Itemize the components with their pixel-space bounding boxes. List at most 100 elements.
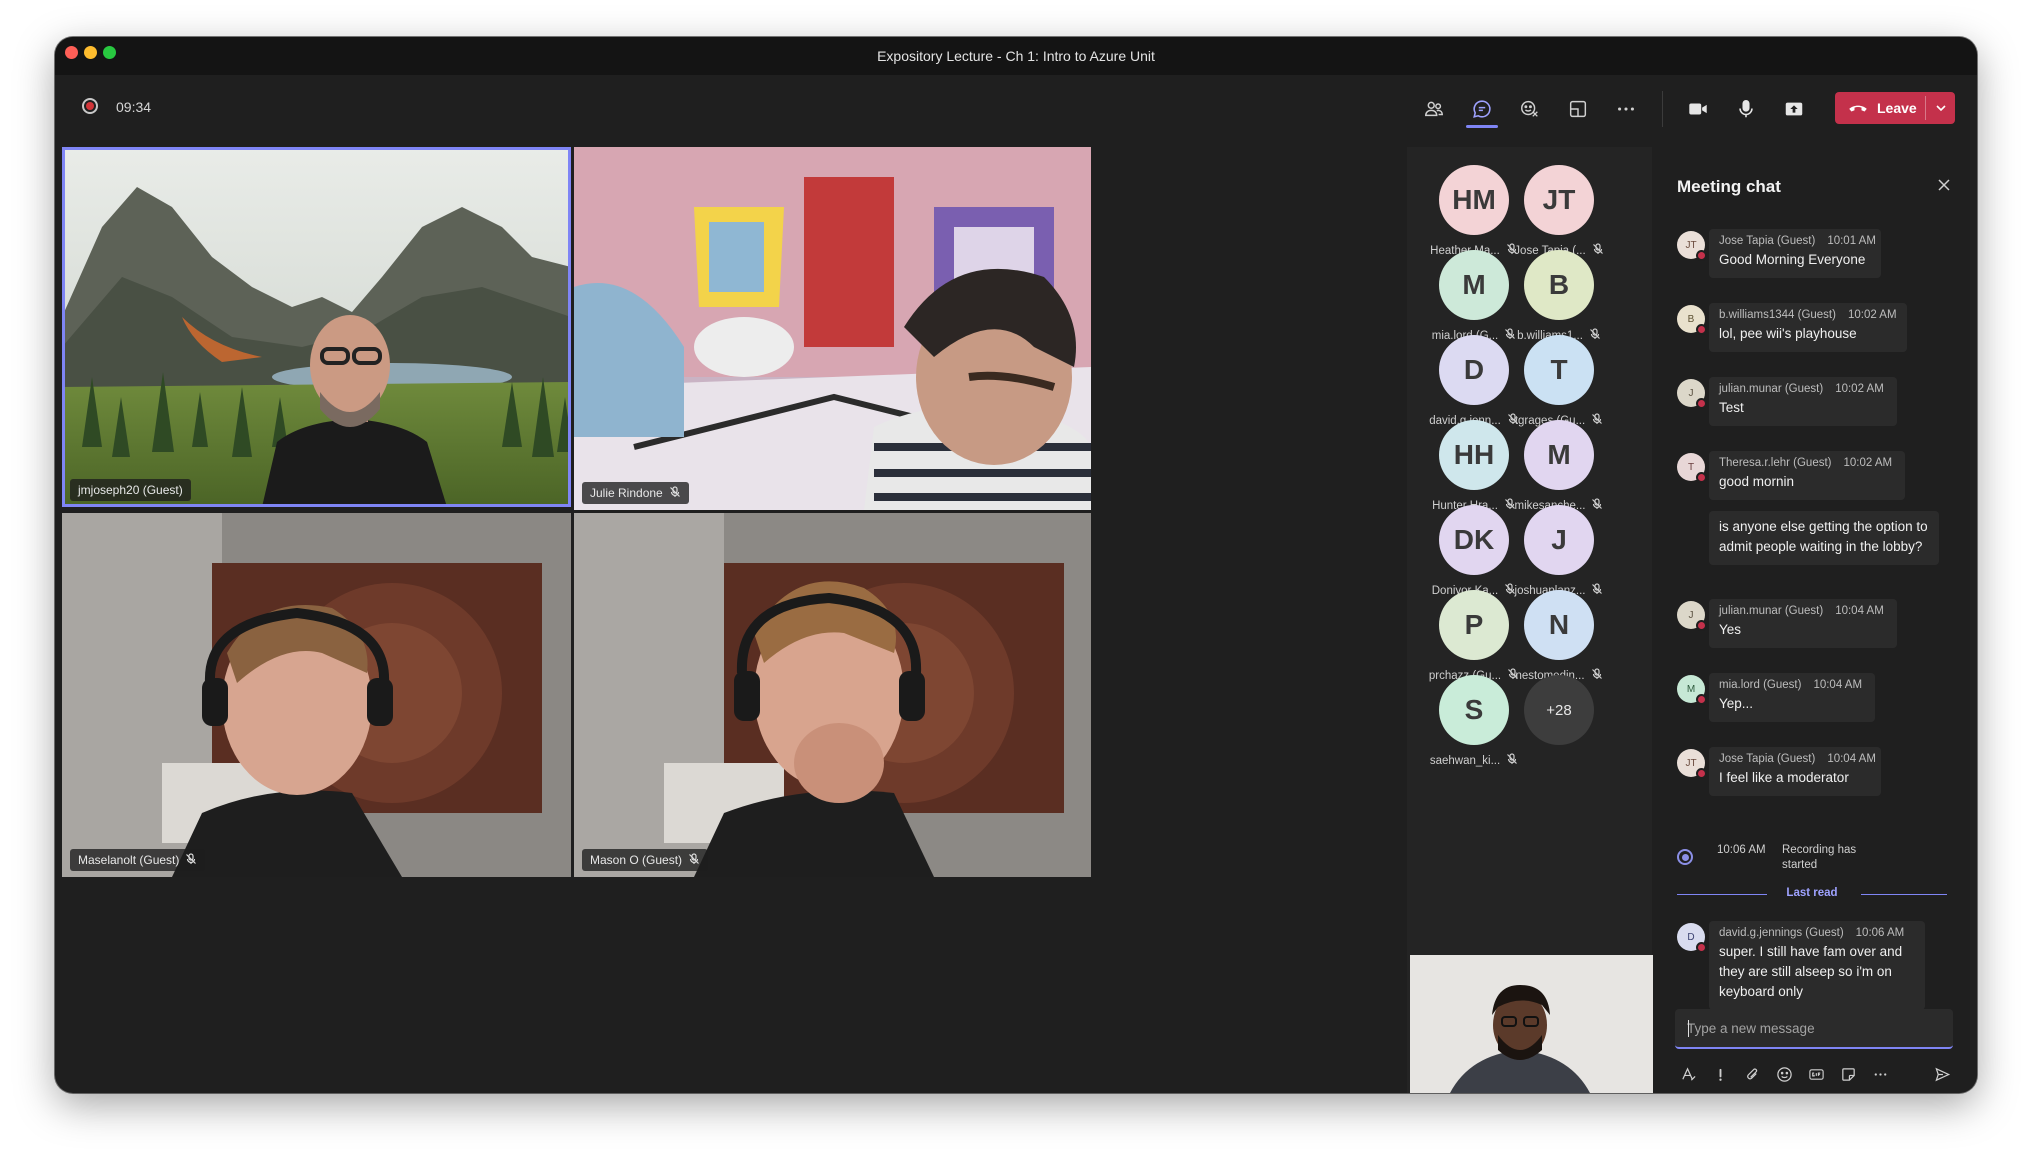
meeting-chat-panel: Meeting chat JT Jose Tapia (Guest) 10:01 … — [1655, 147, 1977, 1093]
message-text: Yep... — [1719, 696, 1754, 711]
video-tile-mason-o[interactable]: Mason O (Guest) — [574, 513, 1091, 877]
presence-icon — [1696, 472, 1707, 483]
avatar: M — [1524, 420, 1594, 490]
emoji-icon[interactable] — [1773, 1063, 1795, 1085]
presence-icon — [1696, 694, 1707, 705]
message-text: I feel like a moderator — [1719, 770, 1849, 785]
avatar-initials: M — [1686, 683, 1696, 695]
participant-name-badge: Mason O (Guest) — [582, 849, 709, 871]
recording-started-notice: 10:06 AM Recording has started — [1677, 843, 1947, 879]
gif-icon[interactable] — [1805, 1063, 1827, 1085]
leave-button[interactable]: Leave — [1835, 92, 1955, 124]
attach-icon[interactable] — [1741, 1063, 1763, 1085]
compose-box[interactable] — [1675, 1009, 1953, 1049]
message-bubble: Theresa.r.lehr (Guest) 10:02 AM good morn… — [1709, 451, 1905, 500]
reactions-icon[interactable] — [1516, 95, 1544, 123]
message-sender: Theresa.r.lehr (Guest) — [1719, 457, 1832, 469]
avatar-initials: JT — [1685, 757, 1697, 769]
video-feed — [62, 147, 571, 507]
mic-icon[interactable] — [1732, 95, 1760, 123]
avatar: D — [1677, 923, 1707, 953]
participant-name: Maselanolt (Guest) — [78, 853, 180, 867]
participant-roster: HMHeather Ma...JTJose Tapia (...Mmia.lor… — [1407, 147, 1652, 1093]
avatar: D — [1439, 335, 1509, 405]
message-text: is anyone else getting the option to adm… — [1719, 519, 1928, 554]
view-icon[interactable] — [1564, 95, 1592, 123]
message-time: 10:02 AM — [1847, 309, 1897, 321]
avatar: J — [1677, 601, 1707, 631]
video-tile-jmjoseph20[interactable]: jmjoseph20 (Guest) — [62, 147, 571, 507]
participant-name-badge: Julie Rindone — [582, 482, 689, 504]
send-icon[interactable] — [1931, 1063, 1953, 1085]
chat-icon[interactable] — [1468, 95, 1496, 123]
mic-muted-icon — [185, 852, 197, 868]
camera-icon[interactable] — [1684, 95, 1712, 123]
more-options-icon[interactable] — [1869, 1063, 1891, 1085]
more-participants-count: +28 — [1524, 675, 1594, 745]
presence-icon — [1696, 620, 1707, 631]
important-icon[interactable] — [1709, 1063, 1731, 1085]
message-sender: julian.munar (Guest) — [1719, 605, 1824, 617]
close-icon[interactable] — [1934, 175, 1954, 195]
message-sender: david.g.jennings (Guest) — [1719, 927, 1844, 939]
people-icon[interactable] — [1420, 95, 1448, 123]
participant-name: jmjoseph20 (Guest) — [78, 483, 183, 497]
roster-participant[interactable]: Mmikesanche... — [1504, 420, 1614, 513]
avatar: JT — [1524, 165, 1594, 235]
message-sender: mia.lord (Guest) — [1719, 679, 1802, 691]
recording-text: Recording has started — [1782, 844, 1857, 871]
roster-participant[interactable]: Nnestomedin... — [1504, 590, 1614, 683]
share-icon[interactable] — [1780, 95, 1808, 123]
last-read-divider: Last read — [1677, 885, 1947, 903]
video-feed — [62, 513, 571, 877]
video-feed — [574, 513, 1091, 877]
leave-divider — [1925, 96, 1926, 120]
avatar: M — [1677, 675, 1707, 705]
window-title: Expository Lecture - Ch 1: Intro to Azur… — [877, 48, 1155, 64]
avatar: HM — [1439, 165, 1509, 235]
phone-hangup-icon — [1847, 100, 1869, 116]
chevron-down-icon[interactable] — [1933, 100, 1949, 116]
roster-name-row: saehwan_ki... — [1419, 753, 1529, 768]
avatar: DK — [1439, 505, 1509, 575]
leave-label: Leave — [1877, 100, 1917, 116]
message-text: good mornin — [1719, 474, 1795, 489]
avatar: S — [1439, 675, 1509, 745]
message-text: Yes — [1719, 622, 1742, 637]
format-icon[interactable] — [1677, 1063, 1699, 1085]
self-view-video[interactable] — [1410, 955, 1653, 1093]
avatar-initials: J — [1688, 387, 1694, 399]
avatar: JT — [1677, 231, 1707, 261]
message-time: 10:06 AM — [1855, 927, 1905, 939]
roster-participant[interactable]: JTJose Tapia (... — [1504, 165, 1614, 258]
roster-participant[interactable]: Bb.williams1... — [1504, 250, 1614, 343]
teams-window: Expository Lecture - Ch 1: Intro to Azur… — [55, 37, 1977, 1093]
more-participants-button[interactable]: +28 — [1504, 675, 1614, 745]
message-text: super. I still have fam over and they ar… — [1719, 944, 1903, 999]
toolbar-separator — [1662, 91, 1663, 127]
message-bubble: Jose Tapia (Guest) 10:04 AM I feel like a… — [1709, 747, 1881, 796]
message-input[interactable] — [1687, 1020, 1953, 1036]
participant-name-badge: jmjoseph20 (Guest) — [70, 479, 191, 501]
sticker-icon[interactable] — [1837, 1063, 1859, 1085]
more-icon[interactable] — [1612, 95, 1640, 123]
message-bubble: Jose Tapia (Guest) 10:01 AM Good Morning … — [1709, 229, 1881, 278]
video-tile-julie-rindone[interactable]: Julie Rindone — [574, 147, 1091, 510]
avatar-initials: B — [1687, 313, 1695, 325]
avatar: B — [1677, 305, 1707, 335]
message-bubble: david.g.jennings (Guest) 10:06 AM super. … — [1709, 921, 1925, 1010]
message-bubble: mia.lord (Guest) 10:04 AM Yep... — [1709, 673, 1875, 722]
chat-title: Meeting chat — [1677, 177, 1781, 196]
video-tile-maselanolt[interactable]: Maselanolt (Guest) — [62, 513, 571, 877]
avatar: N — [1524, 590, 1594, 660]
avatar-initials: T — [1687, 461, 1695, 473]
participant-name: Julie Rindone — [590, 486, 663, 500]
presence-icon — [1696, 398, 1707, 409]
mic-muted-icon — [1506, 753, 1518, 768]
presence-icon — [1696, 324, 1707, 335]
message-time: 10:04 AM — [1827, 753, 1876, 765]
avatar-initials: JT — [1685, 239, 1697, 251]
roster-participant[interactable]: Jjoshuaplanz... — [1504, 505, 1614, 598]
video-feed — [574, 147, 1091, 510]
roster-participant[interactable]: Ttgrages (Gu... — [1504, 335, 1614, 428]
